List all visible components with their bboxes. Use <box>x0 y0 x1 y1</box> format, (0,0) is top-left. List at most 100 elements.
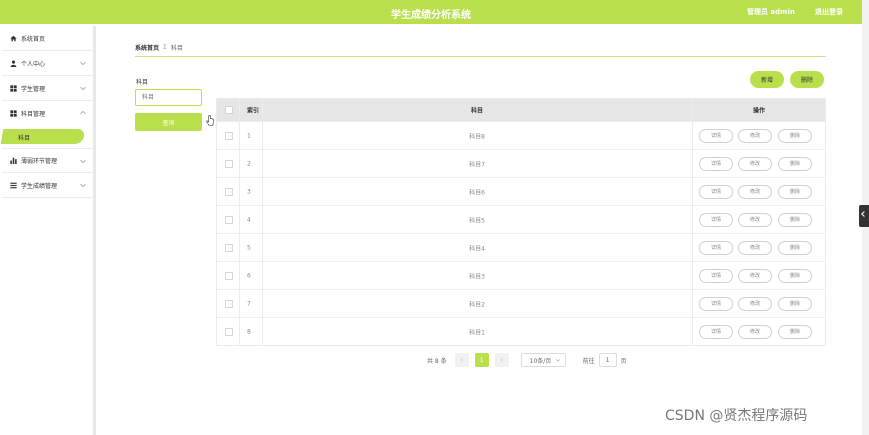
detail-button[interactable]: 详情 <box>699 128 733 143</box>
column-divider <box>239 262 240 289</box>
side-panel-toggle[interactable] <box>859 205 869 227</box>
delete-row-button[interactable]: 删除 <box>778 128 812 143</box>
row-checkbox[interactable] <box>225 131 233 140</box>
sidebar-item-label: 系统首页 <box>21 35 46 43</box>
sidebar-item-label: 科目管理 <box>21 111 46 118</box>
sidebar-subitem-subject[interactable]: 科目 <box>0 126 94 148</box>
breadcrumb-current: 科目 <box>170 45 183 52</box>
sidebar-scrollbar[interactable] <box>93 26 96 435</box>
column-divider <box>692 318 693 345</box>
detail-button[interactable]: 详情 <box>699 324 733 339</box>
query-button[interactable]: 查询 <box>135 113 202 131</box>
edit-button[interactable]: 修改 <box>738 212 772 227</box>
delete-row-button[interactable]: 删除 <box>778 296 812 311</box>
detail-button[interactable]: 详情 <box>699 240 733 255</box>
breadcrumb: 系统首页 Σ 科目 <box>135 43 183 52</box>
select-all-checkbox[interactable] <box>225 106 233 114</box>
page-unit-label: 页 <box>620 357 627 365</box>
header-operations: 操作 <box>752 107 765 115</box>
sidebar-item-grades[interactable]: 学生成绩管理 <box>2 173 94 198</box>
sidebar-item-label: 学生管理 <box>21 85 46 93</box>
pagination: 共 8 条 ‹ 1 › 10条/页 前往 1 页 <box>427 353 627 367</box>
table-row: 8 科目1 详情 修改 删除 <box>217 317 825 345</box>
delete-row-button[interactable]: 删除 <box>778 268 812 283</box>
edit-button[interactable]: 修改 <box>738 268 772 283</box>
row-checkbox[interactable] <box>225 187 233 196</box>
column-divider <box>692 178 693 205</box>
list-icon <box>10 182 17 189</box>
sidebar-item-profile[interactable]: 个人中心 <box>2 51 94 76</box>
column-divider <box>692 206 693 233</box>
column-divider <box>262 122 263 149</box>
breadcrumb-home[interactable]: 系统首页 <box>135 43 159 52</box>
column-divider <box>692 262 693 289</box>
page-size-select[interactable]: 10条/页 <box>520 353 566 367</box>
column-divider <box>262 234 263 261</box>
delete-row-button[interactable]: 删除 <box>778 156 812 171</box>
grid-icon <box>10 110 17 117</box>
delete-row-button[interactable]: 删除 <box>778 212 812 227</box>
sidebar-item-students[interactable]: 学生管理 <box>2 76 94 101</box>
edit-button[interactable]: 修改 <box>738 156 772 171</box>
row-subject-name: 科目4 <box>469 245 485 252</box>
row-subject-name: 科目7 <box>469 161 485 168</box>
table-row: 7 科目2 详情 修改 删除 <box>217 289 825 317</box>
edit-button[interactable]: 修改 <box>738 184 772 199</box>
breadcrumb-separator: Σ <box>163 44 167 51</box>
detail-button[interactable]: 详情 <box>699 184 733 199</box>
row-subject-name: 科目8 <box>469 133 485 140</box>
current-user-label: 管理员 admin <box>747 8 795 16</box>
page-number-button[interactable]: 1 <box>474 353 489 367</box>
add-button[interactable]: 新增 <box>750 71 784 88</box>
sidebar-item-label: 薄弱环节管理 <box>21 158 58 165</box>
table-row: 2 科目7 详情 修改 删除 <box>217 149 825 177</box>
chevron-down-icon <box>80 86 86 91</box>
delete-row-button[interactable]: 删除 <box>778 240 812 255</box>
breadcrumb-divider <box>135 56 826 57</box>
column-divider <box>239 234 240 261</box>
chevron-down-icon <box>80 183 86 188</box>
edit-button[interactable]: 修改 <box>738 324 772 339</box>
row-checkbox[interactable] <box>225 243 233 252</box>
delete-row-button[interactable]: 删除 <box>778 184 812 199</box>
column-divider <box>262 178 263 205</box>
row-checkbox[interactable] <box>225 299 233 308</box>
sidebar-subitem-label: 科目 <box>18 134 31 142</box>
column-divider <box>692 290 693 317</box>
column-divider <box>262 99 263 121</box>
sidebar-item-home[interactable]: 系统首页 <box>2 26 94 51</box>
bar-chart-icon <box>10 157 17 164</box>
column-divider <box>239 318 240 345</box>
row-checkbox[interactable] <box>225 215 233 224</box>
prev-page-button[interactable]: ‹ <box>454 353 469 367</box>
next-page-button[interactable]: › <box>494 353 509 367</box>
hand-cursor-icon <box>206 115 214 126</box>
edit-button[interactable]: 修改 <box>738 296 772 311</box>
sidebar-item-subjects[interactable]: 科目管理 <box>2 101 94 126</box>
row-subject-name: 科目3 <box>469 273 485 280</box>
logout-link[interactable]: 退出登录 <box>815 7 843 17</box>
subject-field-label: 科目 <box>136 79 149 86</box>
delete-row-button[interactable]: 删除 <box>778 324 812 339</box>
goto-page-input[interactable]: 1 <box>598 353 617 367</box>
detail-button[interactable]: 详情 <box>699 212 733 227</box>
detail-button[interactable]: 详情 <box>699 156 733 171</box>
subject-search-input[interactable] <box>135 89 202 106</box>
sidebar-item-weakness[interactable]: 薄弱环节管理 <box>2 148 94 173</box>
top-bar: 学生成绩分析系统 管理员 admin 退出登录 <box>0 0 862 24</box>
row-subject-name: 科目2 <box>469 301 485 308</box>
row-subject-name: 科目6 <box>469 189 485 196</box>
app-title: 学生成绩分析系统 <box>391 10 471 21</box>
row-checkbox[interactable] <box>225 271 233 280</box>
column-divider <box>239 290 240 317</box>
detail-button[interactable]: 详情 <box>699 268 733 283</box>
watermark: CSDN @贤杰程序源码 <box>665 408 808 424</box>
edit-button[interactable]: 修改 <box>738 128 772 143</box>
table-row: 5 科目4 详情 修改 删除 <box>217 233 825 261</box>
row-checkbox[interactable] <box>225 327 233 336</box>
edit-button[interactable]: 修改 <box>738 240 772 255</box>
bulk-delete-button[interactable]: 删除 <box>790 71 824 88</box>
sidebar: 系统首页 个人中心 学生管理 科目管理 科目 薄弱环节管理 学生成绩管理 <box>0 26 95 435</box>
detail-button[interactable]: 详情 <box>699 296 733 311</box>
row-checkbox[interactable] <box>225 159 233 168</box>
